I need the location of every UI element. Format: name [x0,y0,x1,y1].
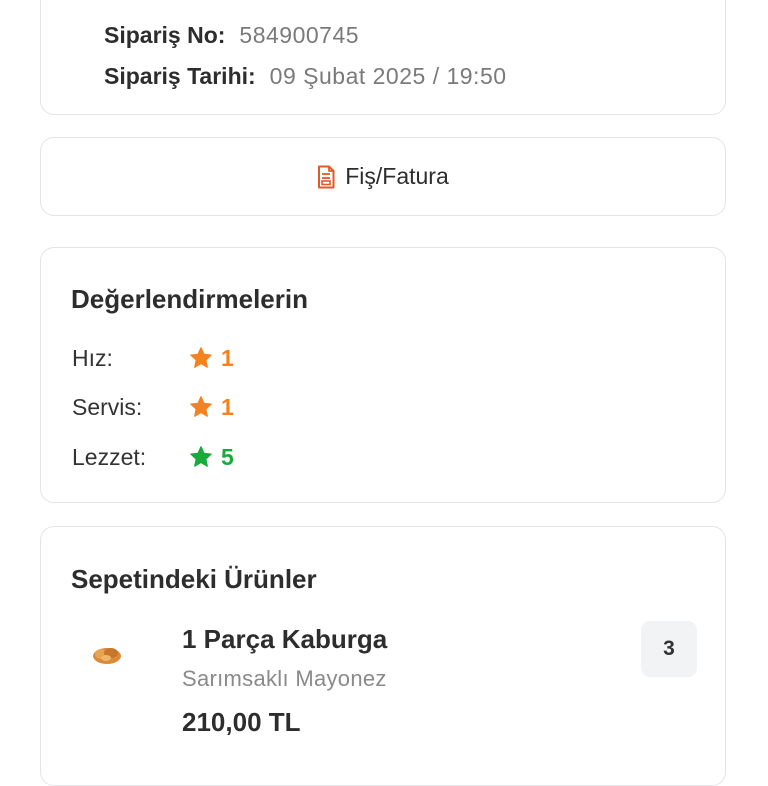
rating-label: Lezzet: [72,443,147,470]
rating-row-taste: Lezzet: 5 [72,442,234,472]
receipt-button[interactable]: Fiş/Fatura [40,137,726,216]
rating-row-speed: Hız: 1 [72,343,234,373]
quantity-badge: 3 [641,621,697,677]
ratings-title: Değerlendirmelerin [71,284,308,314]
star-icon [190,446,212,467]
star-icon [190,347,212,368]
order-date-label: Sipariş Tarihi: [104,63,256,89]
order-number-row: Sipariş No: 584900745 [104,22,359,49]
rating-value: 1 [221,393,234,420]
order-number-value: 584900745 [239,22,360,48]
ratings-card: Değerlendirmelerin Hız: 1 Servis: 1 Lezz… [40,247,726,503]
document-icon [318,165,335,188]
rating-value: 1 [221,344,234,371]
rating-value: 5 [221,443,234,470]
rating-row-service: Servis: 1 [72,392,234,422]
product-name: 1 Parça Kaburga [182,624,388,654]
order-date-row: Sipariş Tarihi: 09 Şubat 2025 / 19:50 [104,63,507,90]
star-icon [190,396,212,417]
receipt-button-label: Fiş/Fatura [345,163,449,189]
order-date-value: 09 Şubat 2025 / 19:50 [269,63,507,89]
rating-label: Servis: [72,393,143,420]
product-price: 210,00 TL [182,707,301,737]
order-number-label: Sipariş No: [104,22,226,48]
receipt-button-content: Fiş/Fatura [317,163,449,190]
food-icon [93,648,121,664]
basket-title: Sepetindeki Ürünler [71,564,317,594]
rating-label: Hız: [72,344,113,371]
basket-card: Sepetindeki Ürünler 1 Parça Kaburga Sarı… [40,526,726,786]
product-option: Sarımsaklı Mayonez [182,666,387,691]
order-info-card: Sipariş No: 584900745 Sipariş Tarihi: 09 Ş… [40,0,726,115]
